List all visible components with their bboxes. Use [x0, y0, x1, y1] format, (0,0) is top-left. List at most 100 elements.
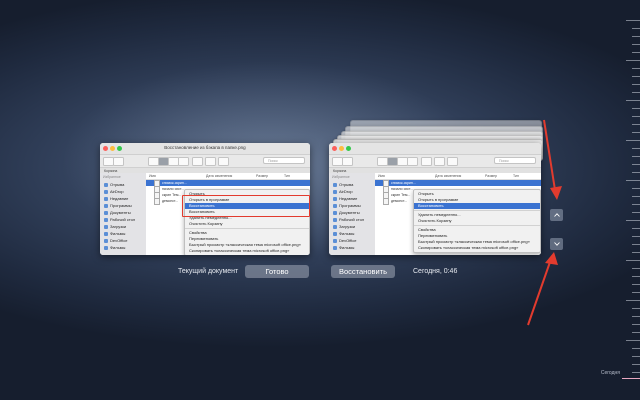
sidebar-item[interactable]: Рабочий стол: [100, 216, 146, 223]
timeline-tick[interactable]: [632, 324, 640, 325]
timeline-tick[interactable]: [632, 68, 640, 69]
sidebar-item[interactable]: Фильмы: [100, 230, 146, 237]
gallery-view-button[interactable]: [407, 157, 418, 166]
timeline-tick[interactable]: [632, 212, 640, 213]
sidebar-item[interactable]: Отрыва: [100, 181, 146, 188]
menu-item-copy[interactable]: Скопировать «классическая тема microsoft…: [414, 245, 540, 251]
minimize-icon[interactable]: [339, 146, 344, 151]
sidebar-item[interactable]: Загрузки: [100, 223, 146, 230]
sidebar-item[interactable]: AirDrop: [100, 188, 146, 195]
restore-button[interactable]: Восстановить: [331, 265, 395, 278]
timeline-tick[interactable]: [626, 60, 640, 61]
search-input[interactable]: Поиск: [494, 157, 536, 164]
timeline-tick[interactable]: [632, 364, 640, 365]
timeline-tick[interactable]: [632, 76, 640, 77]
col-date[interactable]: Дата изменения: [435, 174, 461, 178]
menu-item-recover[interactable]: Восстановить: [414, 203, 540, 209]
sidebar-item[interactable]: DevOffice: [100, 237, 146, 244]
newer-snapshot-button[interactable]: [550, 238, 563, 250]
timeline-tick[interactable]: [632, 228, 640, 229]
forward-button[interactable]: [113, 157, 124, 166]
forward-button[interactable]: [342, 157, 353, 166]
action-button[interactable]: [421, 157, 432, 166]
timeline-tick[interactable]: [632, 356, 640, 357]
menu-item-copy[interactable]: Скопировать «классическая тема microsoft…: [185, 248, 309, 254]
action-button[interactable]: [192, 157, 203, 166]
col-name[interactable]: Имя: [378, 174, 385, 178]
close-icon[interactable]: [332, 146, 337, 151]
timeline-tick[interactable]: [632, 332, 640, 333]
col-kind[interactable]: Тип: [284, 174, 290, 178]
tags-button[interactable]: [218, 157, 229, 166]
menu-item-empty-trash[interactable]: Очистить Корзину: [414, 218, 540, 224]
timeline-tick[interactable]: [632, 276, 640, 277]
backup-finder-window[interactable]: Поиск Корзина Избранное Отрыва AirDrop Н…: [329, 143, 541, 255]
search-input[interactable]: Поиск: [263, 157, 305, 164]
timeline-tick[interactable]: [626, 300, 640, 301]
timeline-tick[interactable]: [632, 196, 640, 197]
timeline-tick[interactable]: [632, 284, 640, 285]
sidebar-item[interactable]: Рабочий стол: [329, 216, 375, 223]
timeline-tick[interactable]: [632, 244, 640, 245]
timeline-tick[interactable]: [632, 132, 640, 133]
timeline-tick[interactable]: [632, 188, 640, 189]
timeline-tick[interactable]: [632, 156, 640, 157]
timeline-tick[interactable]: [632, 124, 640, 125]
share-button[interactable]: [434, 157, 445, 166]
col-size[interactable]: Размер: [485, 174, 497, 178]
timeline-tick[interactable]: [626, 260, 640, 261]
menu-item-empty-trash[interactable]: Очистить Корзину: [185, 221, 309, 227]
timeline-current-marker[interactable]: [622, 378, 640, 379]
timeline-tick[interactable]: [632, 268, 640, 269]
timeline-tick[interactable]: [626, 140, 640, 141]
gallery-view-button[interactable]: [178, 157, 189, 166]
timeline-tick[interactable]: [632, 252, 640, 253]
backup-timeline[interactable]: [610, 20, 640, 380]
sidebar-item[interactable]: Документы: [100, 209, 146, 216]
timeline-tick[interactable]: [626, 20, 640, 21]
col-kind[interactable]: Тип: [513, 174, 519, 178]
sidebar-item[interactable]: Недавние: [100, 195, 146, 202]
timeline-tick[interactable]: [632, 204, 640, 205]
sidebar-item[interactable]: Документы: [329, 209, 375, 216]
timeline-tick[interactable]: [632, 36, 640, 37]
timeline-tick[interactable]: [632, 148, 640, 149]
older-snapshot-button[interactable]: [550, 209, 563, 221]
zoom-icon[interactable]: [346, 146, 351, 151]
timeline-tick[interactable]: [632, 92, 640, 93]
sidebar-item[interactable]: Фильмы: [329, 230, 375, 237]
sidebar-item[interactable]: Фильмы: [329, 244, 375, 251]
timeline-tick[interactable]: [632, 164, 640, 165]
timeline-tick[interactable]: [632, 108, 640, 109]
timeline-tick[interactable]: [632, 308, 640, 309]
timeline-tick[interactable]: [626, 100, 640, 101]
timeline-tick[interactable]: [632, 84, 640, 85]
timeline-tick[interactable]: [632, 28, 640, 29]
done-button[interactable]: Готово: [245, 265, 309, 278]
sidebar-item[interactable]: DevOffice: [329, 237, 375, 244]
sidebar-item[interactable]: Программы: [100, 202, 146, 209]
timeline-tick[interactable]: [632, 52, 640, 53]
sidebar-item[interactable]: Отрыва: [329, 181, 375, 188]
sidebar-item[interactable]: Загрузки: [329, 223, 375, 230]
col-name[interactable]: Имя: [149, 174, 156, 178]
timeline-tick[interactable]: [626, 340, 640, 341]
timeline-tick[interactable]: [632, 116, 640, 117]
sidebar-item[interactable]: AirDrop: [329, 188, 375, 195]
current-finder-window[interactable]: Восстановление из бэкапа в папке.png Пои…: [100, 143, 310, 255]
timeline-tick[interactable]: [632, 172, 640, 173]
share-button[interactable]: [205, 157, 216, 166]
tags-button[interactable]: [447, 157, 458, 166]
timeline-tick[interactable]: [632, 44, 640, 45]
sidebar-item[interactable]: Программы: [329, 202, 375, 209]
col-date[interactable]: Дата изменения: [206, 174, 232, 178]
timeline-tick[interactable]: [632, 372, 640, 373]
timeline-tick[interactable]: [632, 236, 640, 237]
timeline-tick[interactable]: [632, 348, 640, 349]
timeline-tick[interactable]: [632, 316, 640, 317]
timeline-tick[interactable]: [632, 292, 640, 293]
sidebar-item[interactable]: Фильмы: [100, 244, 146, 251]
col-size[interactable]: Размер: [256, 174, 268, 178]
timeline-tick[interactable]: [626, 220, 640, 221]
sidebar-item[interactable]: Недавние: [329, 195, 375, 202]
